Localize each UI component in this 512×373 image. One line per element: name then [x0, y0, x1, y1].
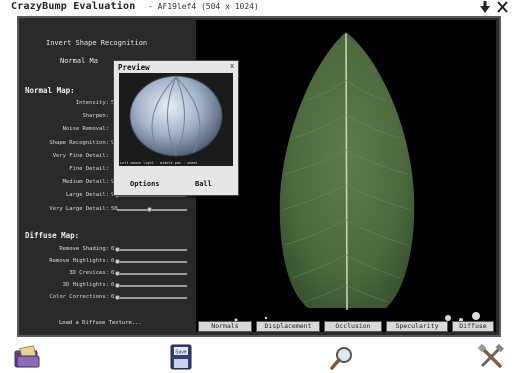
tab-displacement[interactable]: Displacement: [256, 321, 320, 332]
tools-icon[interactable]: [478, 344, 504, 370]
normal-map-row-label: Sharpen:: [82, 113, 110, 120]
normal-map-row-slider[interactable]: [117, 208, 187, 211]
tab-diffuse[interactable]: Diffuse: [452, 321, 494, 332]
diffuse-map-row-slider[interactable]: [117, 285, 187, 287]
diffuse-map-row-value: 0: [111, 246, 115, 252]
diffuse-map-row-slider[interactable]: [117, 297, 187, 299]
diffuse-map-row-slider-handle[interactable]: [115, 295, 120, 300]
preview-window[interactable]: Preview x Left mouse light · middle pan …: [113, 60, 239, 196]
app-title: CrazyBump Evaluation: [11, 1, 136, 12]
diffuse-map-row-slider[interactable]: [117, 273, 187, 275]
diffuse-map-row-label: Remove Shading:: [59, 246, 109, 252]
normal-map-row-label: Large Detail:: [65, 192, 109, 199]
diffuse-map-row-label: Color Corrections:: [49, 294, 109, 300]
normal-map-heading: Normal Map:: [25, 86, 75, 95]
close-icon[interactable]: [497, 1, 508, 13]
normal-map-row-label: Medium Detail:: [62, 179, 109, 186]
file-info: - AF19lef4 (504 x 1024): [148, 2, 259, 11]
diffuse-map-row-value: 0: [111, 282, 115, 288]
diffuse-map-row-slider[interactable]: [117, 249, 187, 251]
preview-close-icon[interactable]: x: [230, 62, 234, 70]
down-arrow-icon[interactable]: [480, 1, 490, 13]
diffuse-map-row-label: 3D Crevices:: [69, 270, 109, 276]
diffuse-map-row-value: 0: [111, 294, 115, 300]
normal-map-row-label: Very Large Detail:: [49, 205, 109, 212]
preview-ball-render[interactable]: Left mouse light · middle pan · wheel: [119, 73, 233, 166]
normal-map-row-label: Shape Recognition:: [49, 139, 109, 146]
normal-map-row-label: Intensity:: [75, 100, 109, 106]
texture-viewport[interactable]: [196, 20, 496, 332]
diffuse-map-row-slider-handle[interactable]: [115, 271, 120, 276]
invert-shape-recognition-toggle[interactable]: Invert Shape Recognition: [46, 39, 147, 47]
save-icon[interactable]: Save: [170, 344, 192, 370]
diffuse-map-row-slider-handle[interactable]: [115, 247, 120, 252]
title-bar: CrazyBump Evaluation - AF19lef4 (504 x 1…: [0, 0, 512, 14]
diffuse-map-row-slider-handle[interactable]: [115, 259, 120, 264]
normal-map-button[interactable]: Normal Ma: [60, 57, 98, 65]
diffuse-map-heading: Diffuse Map:: [25, 231, 80, 240]
magnifier-icon[interactable]: [330, 346, 354, 370]
normal-map-row-slider-handle[interactable]: [147, 206, 152, 212]
tab-normals[interactable]: Normals: [198, 321, 252, 332]
preview-caption: Left mouse light · middle pan · wheel: [120, 161, 198, 165]
tab-specularity[interactable]: Specularity: [386, 321, 448, 332]
diffuse-map-row-value: 0: [111, 258, 115, 264]
map-tabs: Normals Displacement Occlusion Speculari…: [196, 321, 496, 332]
normal-map-row-label: Very Fine Detail:: [52, 152, 109, 159]
tab-occlusion[interactable]: Occlusion: [324, 321, 382, 332]
normal-map-row-label: Fine Detail:: [69, 166, 109, 172]
normal-map-row-label: Noise Removal:: [62, 126, 109, 133]
diffuse-map-row-label: Remove Highlights:: [49, 258, 109, 264]
open-folder-icon[interactable]: [13, 344, 41, 370]
diffuse-map-row-value: 0: [111, 270, 115, 276]
preview-ball-button[interactable]: Ball: [195, 180, 212, 188]
diffuse-map-row-slider[interactable]: [117, 261, 187, 263]
save-label: Save: [175, 350, 187, 356]
diffuse-map-row-slider-handle[interactable]: [115, 283, 120, 288]
leaf-texture-image: [234, 32, 480, 324]
preview-options-button[interactable]: Options: [130, 180, 160, 188]
load-diffuse-texture-button[interactable]: Load a Diffuse Texture...: [59, 320, 142, 326]
preview-title: Preview: [118, 63, 150, 72]
diffuse-map-row-label: 3D Highlights:: [62, 282, 109, 288]
